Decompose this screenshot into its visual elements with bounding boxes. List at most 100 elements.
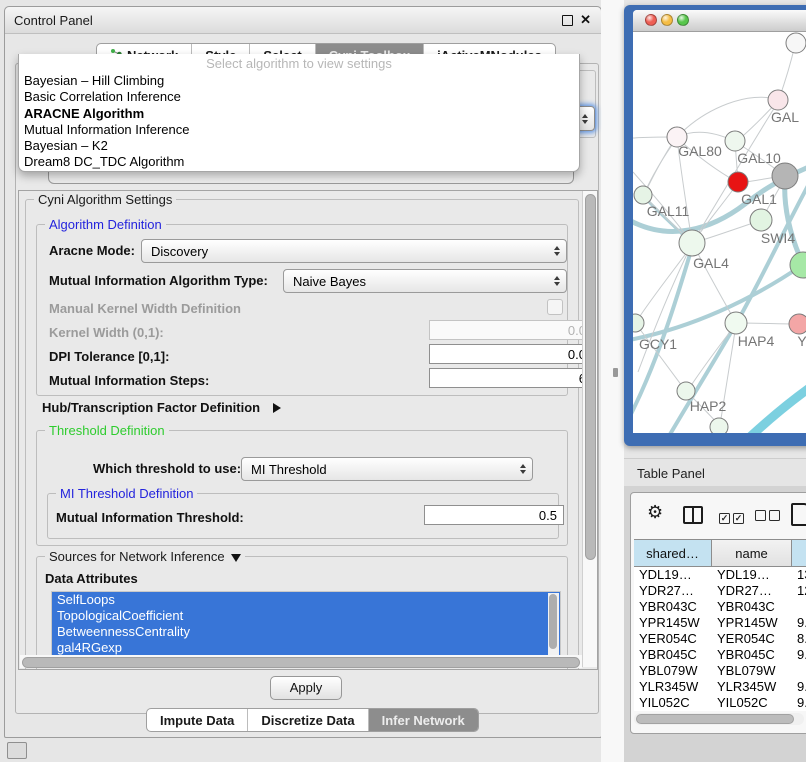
file-icon[interactable] (791, 503, 806, 526)
mac-close-button[interactable] (645, 14, 657, 26)
table-header-cell[interactable] (792, 540, 806, 566)
algorithm-option[interactable]: Mutual Information Inference (22, 122, 576, 138)
cyni-bottom-tabs: Impute DataDiscretize DataInfer Network (146, 708, 479, 732)
network-node-gal1[interactable] (728, 172, 748, 192)
select-all-icon[interactable]: ✓✓ (719, 509, 747, 524)
table-horizontal-scrollbar[interactable] (634, 713, 804, 725)
table-cell: 9. (792, 615, 806, 631)
minimized-panel-icon[interactable] (7, 742, 27, 759)
tab-infer-network[interactable]: Infer Network (368, 709, 478, 731)
data-attributes-label: Data Attributes (45, 571, 138, 586)
network-window-titlebar[interactable] (633, 10, 806, 32)
scrollbar-thumb[interactable] (549, 594, 557, 649)
kernel-width-field (429, 320, 593, 340)
algorithm-option[interactable]: Basic Correlation Inference (22, 89, 576, 105)
table-cell: YBR045C (634, 647, 712, 663)
scrollbar-thumb[interactable] (585, 194, 596, 560)
splitter-grip[interactable] (613, 368, 618, 377)
network-node[interactable] (772, 163, 798, 189)
hub-definition-label: Hub/Transcription Factor Definition (42, 400, 260, 415)
node-label: HAP4 (738, 333, 775, 349)
table-row[interactable]: YLR345WYLR345W9. (634, 679, 806, 695)
hub-definition-section[interactable]: Hub/Transcription Factor Definition (42, 400, 281, 415)
stepper-icon (554, 246, 560, 256)
aracne-mode-combo[interactable]: Discovery (141, 239, 567, 263)
group-title: Cyni Algorithm Settings (34, 192, 176, 207)
float-icon[interactable] (562, 15, 573, 26)
data-attributes-list[interactable]: SelfLoopsTopologicalCoefficientBetweenne… (51, 591, 561, 659)
algorithm-list: Bayesian – Hill ClimbingBasic Correlatio… (22, 73, 576, 171)
network-node-swi4[interactable] (750, 209, 772, 231)
algorithm-option[interactable]: Dream8 DC_TDC Algorithm (22, 154, 576, 170)
dpi-tolerance-field[interactable] (429, 344, 593, 364)
vertical-scrollbar[interactable] (582, 191, 597, 667)
network-node-y[interactable] (789, 314, 806, 334)
node-label: GAL (771, 109, 799, 125)
attribute-item[interactable]: BetweennessCentrality (52, 624, 560, 640)
mi-threshold-label: Mutual Information Threshold: (56, 510, 244, 525)
table-cell: 13 (792, 567, 806, 583)
table-cell (792, 599, 806, 615)
table-cell: YBL079W (634, 663, 712, 679)
stepper-icon (554, 276, 560, 286)
kernel-width-label: Kernel Width (0,1): (49, 325, 164, 340)
horizontal-scrollbar[interactable] (20, 655, 582, 668)
table-row[interactable]: YDR27…YDR27…12 (634, 583, 806, 599)
algorithm-option[interactable]: Bayesian – Hill Climbing (22, 73, 576, 89)
mac-zoom-button[interactable] (677, 14, 689, 26)
table-row[interactable]: YER054CYER054C8. (634, 631, 806, 647)
table-cell: YBR043C (712, 599, 792, 615)
which-threshold-combo[interactable]: MI Threshold (241, 457, 533, 481)
table-panel-titlebar[interactable]: Table Panel (624, 458, 806, 487)
group-title: Sources for Network Inference (45, 549, 245, 564)
mi-type-value: Naive Bayes (284, 274, 366, 289)
network-canvas[interactable]: GALGAL80GAL10GAL1GAL11SWI4GAL4HAP4YGCY1H… (633, 32, 806, 433)
apply-button[interactable]: Apply (270, 676, 342, 700)
mi-steps-field[interactable] (429, 368, 593, 388)
collapse-arrow-icon[interactable] (231, 554, 241, 562)
network-node-gcy1[interactable] (633, 314, 644, 332)
network-node-gal[interactable] (768, 90, 788, 110)
node-label: Y (797, 333, 806, 349)
network-view-window: GALGAL80GAL10GAL1GAL11SWI4GAL4HAP4YGCY1H… (633, 10, 806, 433)
table-row[interactable]: YDL19…YDL19…13 (634, 567, 806, 583)
sources-title: Sources for Network Inference (49, 549, 225, 564)
table-row[interactable]: YBR045CYBR045C9. (634, 647, 806, 663)
close-icon[interactable]: ✕ (580, 12, 591, 28)
expand-arrow-icon[interactable] (273, 403, 281, 413)
table-row[interactable]: YPR145WYPR145W9. (634, 615, 806, 631)
mac-minimize-button[interactable] (661, 14, 673, 26)
group-title: MI Threshold Definition (56, 486, 197, 501)
settings-scrollpane: Cyni Algorithm Settings Algorithm Defini… (18, 190, 598, 670)
mi-threshold-field[interactable] (424, 505, 564, 525)
stepper-icon (520, 464, 526, 474)
gear-icon[interactable]: ⚙ (647, 502, 663, 523)
attribute-item[interactable]: SelfLoops (52, 592, 560, 608)
deselect-all-icon[interactable] (755, 509, 783, 524)
network-node[interactable] (786, 33, 806, 53)
network-node-gal10[interactable] (725, 131, 745, 151)
column-view-icon[interactable] (683, 506, 703, 524)
scrollbar-thumb[interactable] (22, 657, 580, 668)
tab-discretize-data[interactable]: Discretize Data (247, 709, 367, 731)
network-node-gal4[interactable] (679, 230, 705, 256)
table-row[interactable]: YBL079WYBL079W (634, 663, 806, 679)
control-panel-titlebar[interactable]: Control Panel ✕ (5, 7, 601, 34)
network-node-hap4[interactable] (725, 312, 747, 334)
table-row[interactable]: YBR043CYBR043C (634, 599, 806, 615)
table-header-cell[interactable]: shared… (634, 540, 712, 566)
aracne-mode-label: Aracne Mode: (49, 243, 135, 258)
scrollbar-thumb[interactable] (636, 714, 794, 724)
network-node-gal11[interactable] (634, 186, 652, 204)
attributes-scrollbar[interactable] (548, 593, 559, 657)
tab-impute-data[interactable]: Impute Data (147, 709, 247, 731)
network-node[interactable] (710, 418, 728, 433)
table-row[interactable]: YIL052CYIL052C9. (634, 695, 806, 711)
algorithm-option[interactable]: Bayesian – K2 (22, 138, 576, 154)
attribute-item[interactable]: gal4RGexp (52, 640, 560, 656)
manual-kernel-checkbox[interactable] (547, 299, 563, 315)
attribute-item[interactable]: TopologicalCoefficient (52, 608, 560, 624)
algorithm-option[interactable]: ARACNE Algorithm (22, 106, 576, 122)
mi-type-combo[interactable]: Naive Bayes (283, 269, 567, 293)
table-header-cell[interactable]: name (712, 540, 792, 566)
